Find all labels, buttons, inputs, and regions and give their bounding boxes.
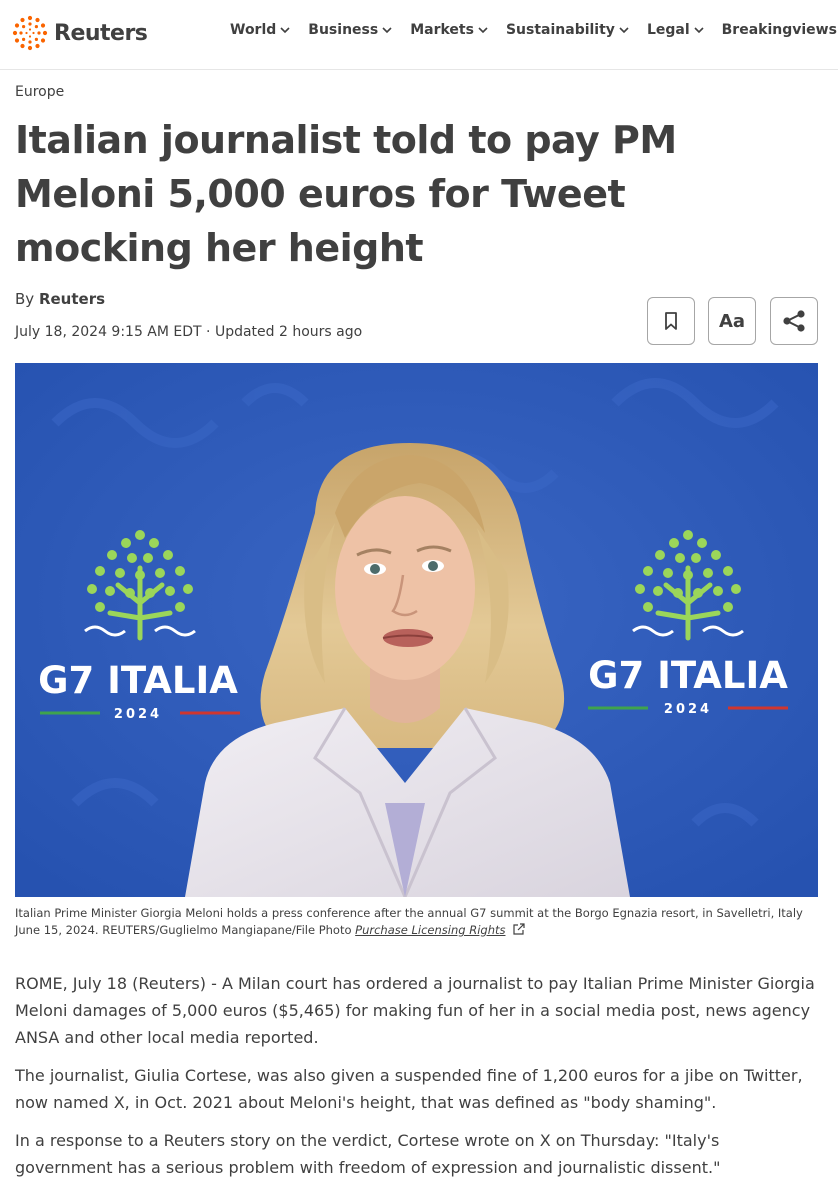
chevron-down-icon [694, 27, 704, 34]
reuters-logo-icon [12, 15, 48, 51]
svg-text:2024: 2024 [664, 702, 712, 717]
nav-item-business[interactable]: Business [308, 22, 392, 38]
share-button[interactable] [770, 297, 818, 345]
nav-label: Legal [646, 22, 690, 38]
nav-item-world[interactable]: World [230, 22, 290, 38]
section-label[interactable]: Europe [15, 84, 64, 100]
text-size-label: Aa [718, 310, 746, 332]
chevron-down-icon [478, 27, 488, 34]
photo-caption: Italian Prime Minister Giorgia Meloni ho… [15, 905, 820, 939]
byline: By Reuters [15, 290, 105, 308]
external-link-icon[interactable] [512, 923, 525, 936]
reuters-logo[interactable]: Reuters [12, 15, 148, 51]
article-headline: Italian journalist told to pay PM Meloni… [15, 118, 677, 270]
svg-text:G7 ITALIA: G7 ITALIA [38, 659, 238, 702]
dateline: July 18, 2024 9:15 AM EDT · Updated 2 ho… [15, 324, 363, 340]
nav-item-sustainability[interactable]: Sustainability [506, 22, 629, 38]
article-body: ROME, July 18 (Reuters) - A Milan court … [15, 970, 820, 1192]
top-navigation-bar: Reuters World Business Markets Sustainab… [0, 0, 838, 70]
byline-author[interactable]: Reuters [39, 290, 105, 308]
text-size-button[interactable]: Aa [708, 297, 756, 345]
nav-label: Markets [410, 22, 474, 38]
article-photo[interactable]: G7 ITALIA 2024 G7 ITALIA 2024 [15, 363, 818, 897]
main-nav: World Business Markets Sustainability Le… [230, 22, 838, 38]
bookmark-icon [665, 312, 677, 330]
paragraph: ROME, July 18 (Reuters) - A Milan court … [15, 974, 815, 1047]
nav-item-legal[interactable]: Legal [647, 22, 704, 38]
chevron-down-icon [382, 27, 392, 34]
svg-text:2024: 2024 [114, 707, 162, 722]
nav-label: Business [308, 22, 379, 38]
nav-label: Sustainability [505, 22, 615, 38]
byline-prefix: By [15, 290, 35, 308]
nav-label: Breakingviews [721, 22, 837, 38]
paragraph: The journalist, Giulia Cortese, was also… [15, 1066, 803, 1112]
paragraph: In a response to a Reuters story on the … [15, 1131, 721, 1177]
bookmark-button[interactable] [647, 297, 695, 345]
brand-name: Reuters [54, 20, 148, 46]
chevron-down-icon [280, 27, 290, 34]
svg-text:G7 ITALIA: G7 ITALIA [588, 654, 788, 697]
nav-item-breakingviews[interactable]: Breakingviews [722, 22, 838, 38]
nav-label: World [230, 22, 277, 38]
share-icon [783, 310, 805, 332]
nav-item-markets[interactable]: Markets [410, 22, 488, 38]
purchase-licensing-link[interactable]: Purchase Licensing Rights [355, 923, 505, 937]
photo-illustration: G7 ITALIA 2024 G7 ITALIA 2024 [15, 363, 818, 897]
chevron-down-icon [619, 27, 629, 34]
